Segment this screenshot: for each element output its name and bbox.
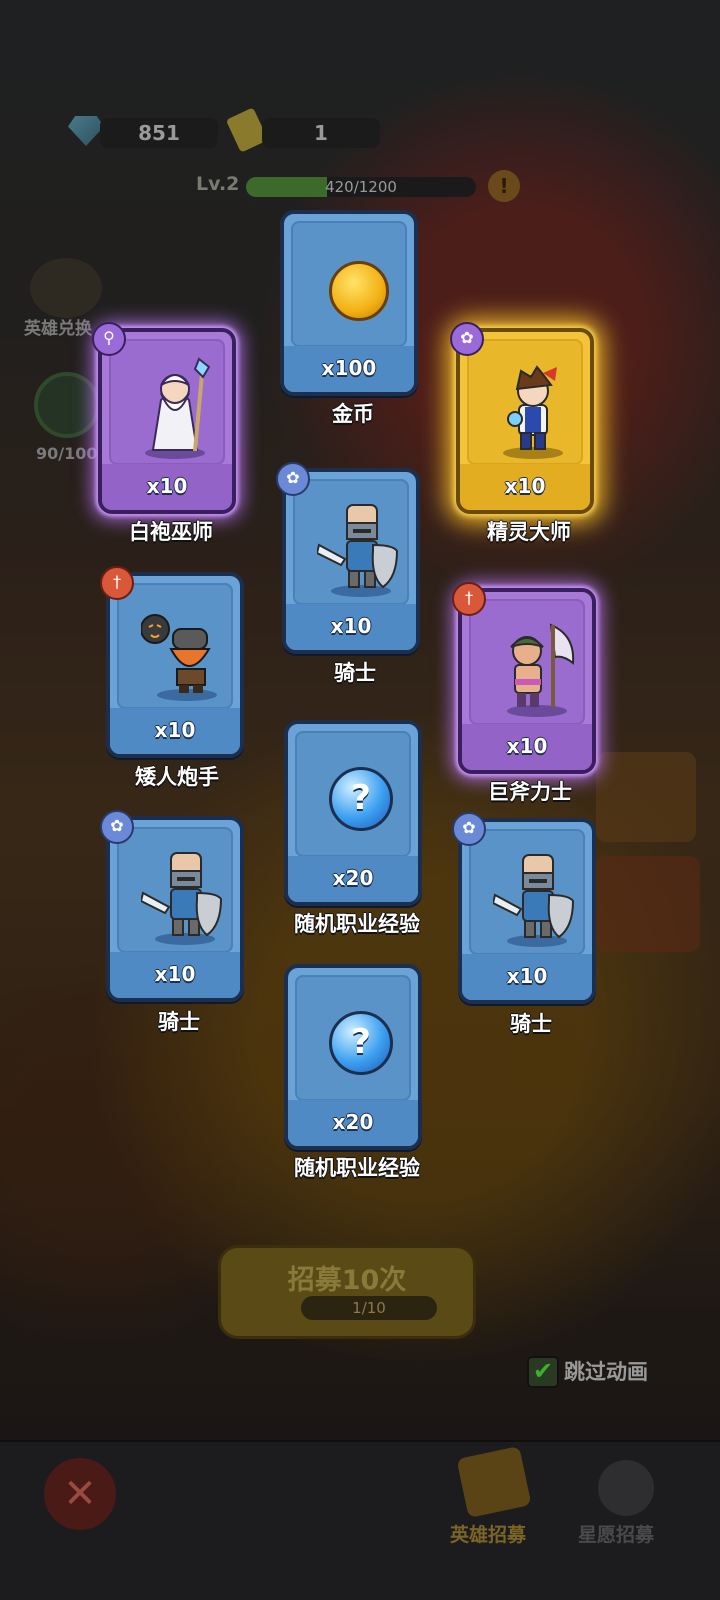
lifetime-card-panel[interactable] (596, 856, 700, 952)
xp-text: 420/1200 (325, 178, 397, 196)
card-label: 骑士 (158, 1010, 200, 1034)
knight-portrait (141, 852, 223, 945)
xp-bar: 420/1200 (246, 177, 476, 197)
hero-exchange-icon[interactable] (30, 258, 102, 318)
star-progress-icon[interactable] (34, 372, 100, 438)
staff-class-icon: ⚲ (92, 322, 126, 356)
card-label: 金币 (332, 402, 374, 426)
star-wish-icon[interactable] (598, 1460, 654, 1516)
reward-card-knight: x10 ✿ (452, 812, 596, 1004)
reward-card-elf-master: x10 ✿ (450, 322, 594, 514)
skip-animation-checkbox[interactable]: ✔ (527, 1356, 559, 1388)
card-quantity: x10 (330, 614, 372, 638)
skip-animation-label: 跳过动画 (564, 1360, 648, 1384)
dwarf-gunner-portrait (141, 614, 217, 701)
card-quantity: x10 (504, 474, 546, 498)
gem-counter: 851 (100, 118, 218, 148)
card-label: 随机职业经验 (294, 1156, 420, 1180)
card-quantity: x20 (332, 866, 374, 890)
knight-portrait (493, 854, 575, 947)
knight-portrait (317, 504, 399, 597)
card-quantity: x10 (146, 474, 188, 498)
reward-card-gold: x100 (280, 210, 418, 396)
sword-class-icon: † (100, 566, 134, 600)
card-label: 精灵大师 (487, 520, 571, 544)
card-label: 矮人炮手 (135, 765, 219, 789)
card-quantity: x10 (506, 964, 548, 988)
gem-count: 851 (138, 121, 180, 145)
white-mage-portrait (145, 357, 211, 459)
paw-class-icon: ✿ (100, 810, 134, 844)
recruit-progress: 1/10 (301, 1296, 437, 1320)
tab-hero-recruit[interactable]: 英雄招募 (450, 1520, 526, 1547)
card-label: 白袍巫师 (129, 520, 213, 544)
recruit-10-button[interactable]: 招募10次 1/10 (218, 1245, 476, 1339)
paw-class-icon: ✿ (452, 812, 486, 846)
ticket-count: 1 (314, 121, 328, 145)
card-label: 骑士 (510, 1012, 552, 1036)
elf-master-portrait (503, 365, 563, 459)
reward-card-random-exp: ? x20 (284, 964, 422, 1150)
card-quantity: x100 (321, 356, 377, 380)
paw-class-icon: ✿ (276, 462, 310, 496)
level-label: Lv.2 (196, 173, 240, 195)
card-quantity: x10 (154, 718, 196, 742)
paw-class-icon: ✿ (450, 322, 484, 356)
mystery-orb-icon: ? (329, 1011, 393, 1075)
gold-coin-icon (329, 261, 389, 321)
recruit-label: 招募10次 (287, 1265, 407, 1296)
tab-wish-recruit[interactable]: 星愿招募 (578, 1520, 654, 1547)
sword-class-icon: † (452, 582, 486, 616)
card-label: 随机职业经验 (294, 912, 420, 936)
star-progress-label: 90/100 (36, 444, 98, 463)
close-icon[interactable]: ✕ (44, 1458, 116, 1530)
warning-icon[interactable]: ! (488, 170, 520, 202)
reward-card-knight: x10 ✿ (276, 462, 420, 654)
card-quantity: x10 (154, 962, 196, 986)
reward-card-white-mage: x10 ⚲ (92, 322, 236, 514)
reward-card-dwarf-gunner: x10 † (100, 566, 244, 758)
mystery-orb-icon: ? (329, 767, 393, 831)
card-label: 巨斧力士 (488, 780, 572, 804)
card-quantity: x10 (506, 734, 548, 758)
ticket-counter: 1 (262, 118, 380, 148)
reward-card-axe-warrior: x10 † (452, 582, 596, 774)
reward-card-random-exp: ? x20 (284, 720, 422, 906)
card-quantity: x20 (332, 1110, 374, 1134)
axe-warrior-portrait (507, 623, 575, 717)
card-label: 骑士 (334, 661, 376, 685)
reward-card-knight: x10 ✿ (100, 810, 244, 1002)
hero-exchange-label: 英雄兑换 (24, 319, 92, 339)
